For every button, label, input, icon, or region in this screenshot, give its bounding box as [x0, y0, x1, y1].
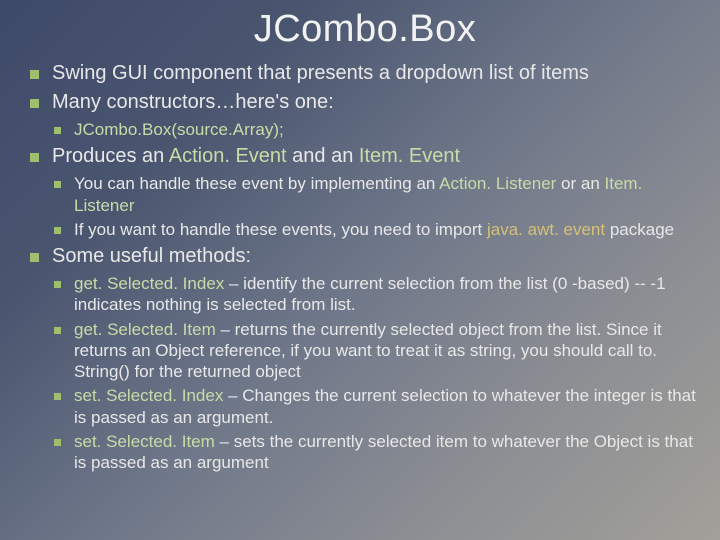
bullet-get-selected-index: get. Selected. Index – identify the curr… — [52, 273, 702, 316]
slide-title: JCombo.Box — [28, 8, 702, 51]
bullet-constructor-example: JCombo.Box(source.Array); — [52, 119, 702, 140]
bullet-useful-methods: Some useful methods: get. Selected. Inde… — [28, 244, 702, 473]
bullet-text: get. Selected. Item – returns the curren… — [74, 320, 662, 382]
text: or an — [556, 174, 604, 193]
bullet-handle-events: You can handle these event by implementi… — [52, 173, 702, 216]
bullet-text: Many constructors…here's one: — [52, 91, 334, 113]
slide: JCombo.Box Swing GUI component that pres… — [0, 0, 720, 540]
bullet-import-package: If you want to handle these events, you … — [52, 219, 702, 240]
bullet-text: Some useful methods: — [52, 245, 251, 267]
code-text: Item. Event — [359, 145, 460, 167]
text: package — [605, 220, 674, 239]
bullet-icon — [30, 153, 39, 162]
bullet-icon — [54, 439, 61, 446]
bullet-list: Swing GUI component that presents a drop… — [28, 61, 702, 473]
text: You can handle these event by implementi… — [74, 174, 439, 193]
bullet-icon — [54, 281, 61, 288]
bullet-icon — [54, 327, 61, 334]
bullet-icon — [30, 253, 39, 262]
bullet-text: set. Selected. Index – Changes the curre… — [74, 386, 696, 426]
code-text: Action. Listener — [439, 174, 556, 193]
method-name: set. Selected. Index — [74, 386, 223, 405]
method-name: get. Selected. Item — [74, 320, 216, 339]
bullet-set-selected-item: set. Selected. Item – sets the currently… — [52, 431, 702, 474]
bullet-icon — [54, 127, 61, 134]
bullet-icon — [54, 227, 61, 234]
package-text: java. awt. event — [487, 220, 605, 239]
bullet-text: Swing GUI component that presents a drop… — [52, 62, 589, 84]
bullet-text: set. Selected. Item – sets the currently… — [74, 432, 693, 472]
bullet-set-selected-index: set. Selected. Index – Changes the curre… — [52, 385, 702, 428]
bullet-produces-events: Produces an Action. Event and an Item. E… — [28, 144, 702, 240]
bullet-text: You can handle these event by implementi… — [74, 174, 642, 214]
method-name: set. Selected. Item — [74, 432, 215, 451]
bullet-icon — [54, 393, 61, 400]
bullet-icon — [30, 70, 39, 79]
text: Produces an — [52, 145, 169, 167]
bullet-text: Produces an Action. Event and an Item. E… — [52, 145, 460, 167]
bullet-icon — [30, 99, 39, 108]
bullet-text: get. Selected. Index – identify the curr… — [74, 274, 666, 314]
bullet-constructors: Many constructors…here's one: JCombo.Box… — [28, 90, 702, 140]
text: If you want to handle these events, you … — [74, 220, 487, 239]
code-text: Action. Event — [169, 145, 287, 167]
bullet-get-selected-item: get. Selected. Item – returns the curren… — [52, 319, 702, 383]
code-text: JCombo.Box(source.Array); — [74, 120, 284, 139]
bullet-swing-component: Swing GUI component that presents a drop… — [28, 61, 702, 86]
text: and an — [287, 145, 359, 167]
bullet-text: If you want to handle these events, you … — [74, 220, 674, 239]
bullet-icon — [54, 181, 61, 188]
method-name: get. Selected. Index — [74, 274, 224, 293]
